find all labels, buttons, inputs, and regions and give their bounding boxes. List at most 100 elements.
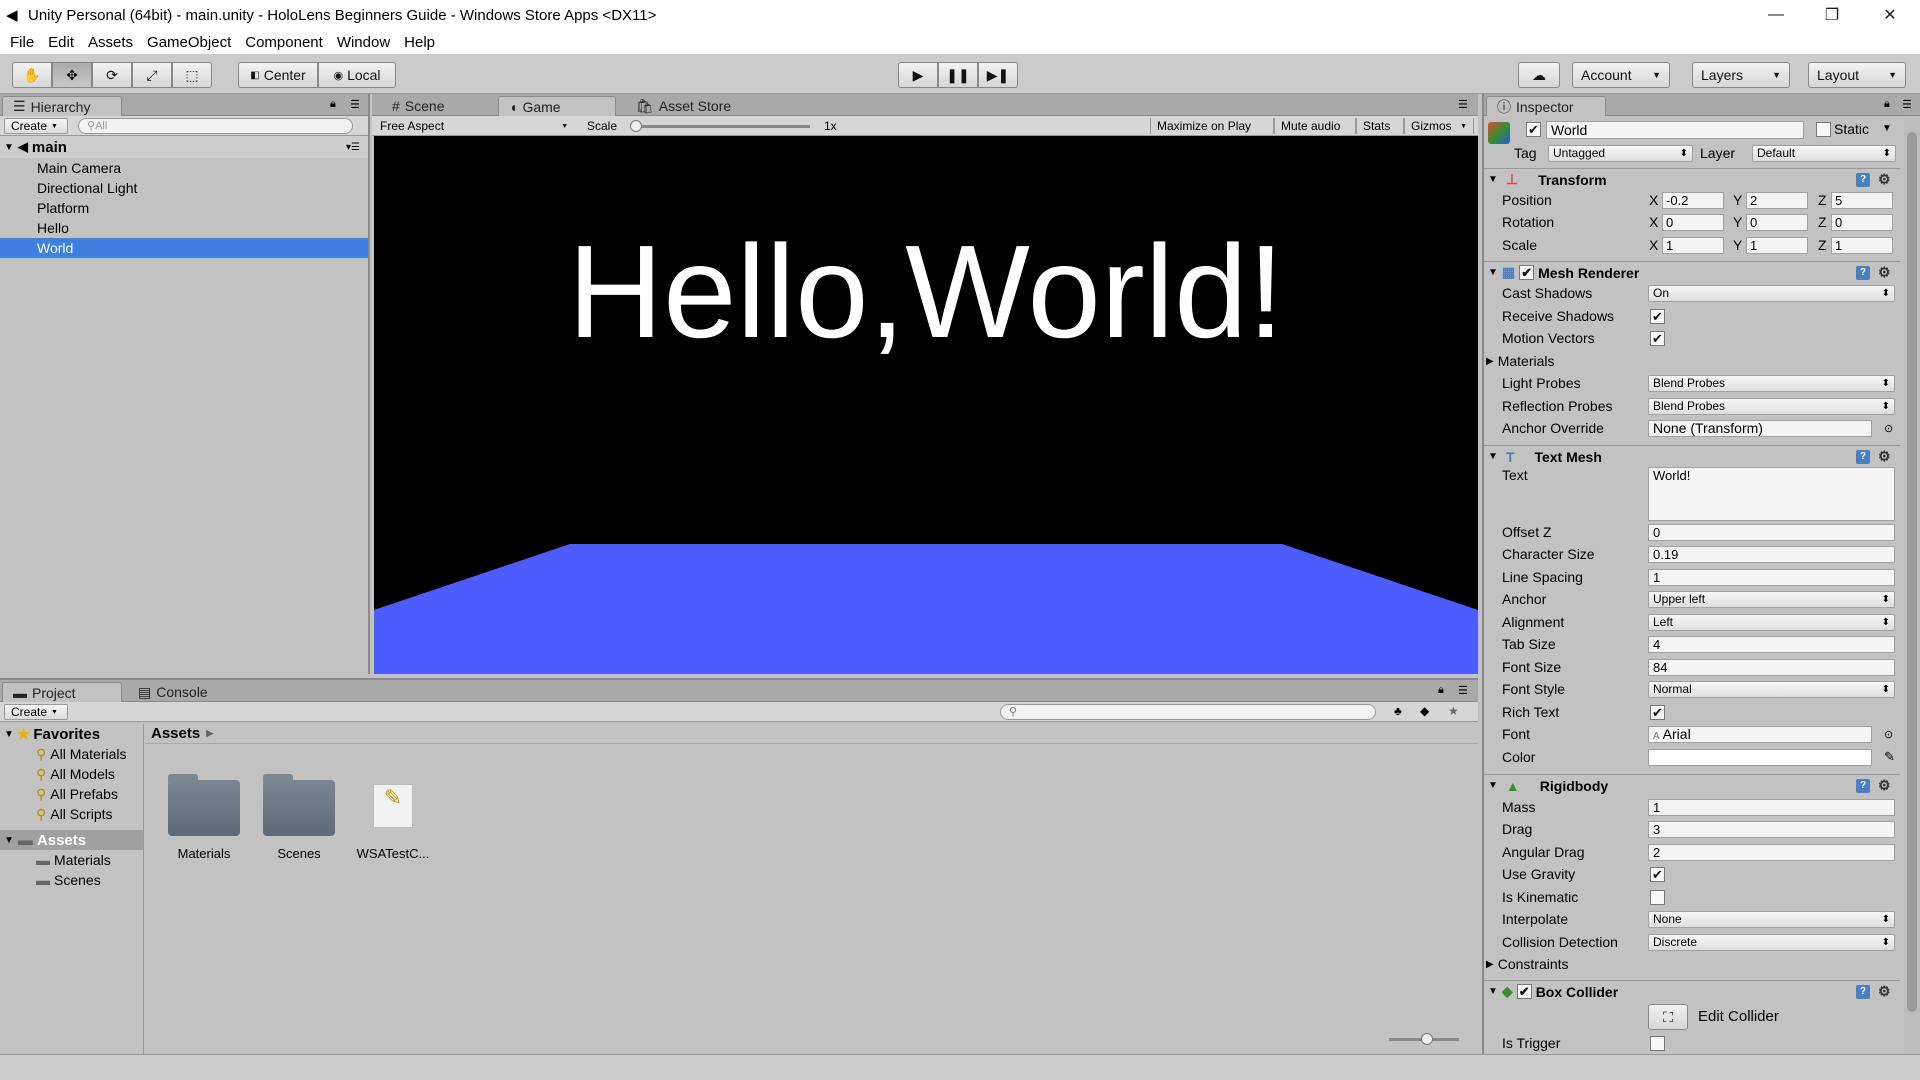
scale-z-input[interactable]: 1 [1831, 236, 1893, 254]
rotation-x-input[interactable]: 0 [1662, 213, 1724, 231]
tab-console[interactable]: ▤ Console [128, 682, 218, 702]
tab-game[interactable]: ◖ Game [498, 96, 616, 116]
hierarchy-item-platform[interactable]: Platform [0, 198, 368, 218]
alignment-dropdown[interactable]: Left [1648, 613, 1895, 631]
use-gravity-checkbox[interactable]: ✔ [1650, 866, 1665, 882]
help-icon[interactable]: ? [1856, 779, 1870, 793]
panel-menu-icon[interactable]: ☰ [350, 98, 360, 111]
menu-help[interactable]: Help [404, 34, 435, 51]
eyedropper-icon[interactable]: ✎ [1884, 749, 1895, 765]
breadcrumb-assets[interactable]: Assets [151, 725, 200, 742]
character-size-input[interactable]: 0.19 [1648, 545, 1895, 563]
expand-arrow-icon[interactable]: ▼ [1488, 451, 1498, 462]
expand-arrow-icon[interactable]: ▼ [4, 729, 14, 740]
receive-shadows-checkbox[interactable]: ✔ [1650, 308, 1665, 324]
favorite-all-models[interactable]: ⚲ All Models [0, 764, 143, 784]
rotate-tool-button[interactable]: ⟳ [92, 62, 132, 88]
project-create-dropdown[interactable]: Create ▼ [4, 704, 68, 720]
interpolate-dropdown[interactable]: None [1648, 910, 1895, 928]
layers-dropdown[interactable]: Layers ▼ [1692, 62, 1790, 88]
favorites-header[interactable]: ▼ ★ Favorites [0, 724, 143, 744]
drag-input[interactable]: 3 [1648, 820, 1895, 838]
is-trigger-checkbox[interactable] [1650, 1035, 1665, 1051]
pause-button[interactable]: ❚❚ [938, 62, 978, 88]
expand-arrow-icon[interactable]: ▼ [1488, 174, 1498, 185]
chevron-down-icon[interactable]: ▼ [1882, 123, 1892, 134]
mass-input[interactable]: 1 [1648, 798, 1895, 816]
hierarchy-item-hello[interactable]: Hello [0, 218, 368, 238]
font-style-dropdown[interactable]: Normal [1648, 680, 1895, 698]
help-icon[interactable]: ? [1856, 266, 1870, 280]
object-picker-icon[interactable]: ⊙ [1884, 728, 1893, 741]
assets-header[interactable]: ▼ ▬ Assets [0, 830, 143, 850]
is-kinematic-checkbox[interactable] [1650, 889, 1665, 905]
position-y-input[interactable]: 2 [1746, 191, 1808, 209]
favorite-all-prefabs[interactable]: ⚲ All Prefabs [0, 784, 143, 804]
anchor-override-field[interactable]: None (Transform) [1648, 419, 1872, 437]
scale-x-input[interactable]: 1 [1662, 236, 1724, 254]
tag-dropdown[interactable]: Untagged [1548, 145, 1693, 162]
gear-icon[interactable]: ⚙ [1878, 777, 1891, 794]
hierarchy-item-main-camera[interactable]: Main Camera [0, 158, 368, 178]
gizmos-dropdown[interactable]: Gizmos ▼ [1404, 118, 1474, 134]
position-z-input[interactable]: 5 [1831, 191, 1893, 209]
color-swatch[interactable] [1648, 748, 1872, 766]
hierarchy-create-dropdown[interactable]: Create ▼ [4, 118, 68, 134]
expand-arrow-icon[interactable]: ▼ [4, 142, 14, 153]
constraints-row[interactable]: ▶ Constraints [1486, 953, 1886, 975]
menu-gameobject[interactable]: GameObject [147, 34, 231, 51]
filter-type-icon[interactable]: ♣ [1394, 704, 1402, 718]
menu-edit[interactable]: Edit [48, 34, 74, 51]
angular-drag-input[interactable]: 2 [1648, 843, 1895, 861]
expand-arrow-icon[interactable]: ▼ [1488, 986, 1498, 997]
menu-window[interactable]: Window [337, 34, 390, 51]
aspect-dropdown[interactable]: Free Aspect ▼ [374, 118, 574, 134]
step-button[interactable]: ▶❚ [978, 62, 1018, 88]
rect-tool-button[interactable]: ⬚ [172, 62, 212, 88]
layout-dropdown[interactable]: Layout ▼ [1808, 62, 1906, 88]
scale-slider[interactable] [630, 125, 810, 128]
help-icon[interactable]: ? [1856, 985, 1870, 999]
asset-script-file[interactable]: ✎ [373, 784, 413, 828]
light-probes-dropdown[interactable]: Blend Probes [1648, 374, 1895, 392]
font-field[interactable]: A Arial [1648, 725, 1872, 743]
lock-icon[interactable]: 🔒︎ [1884, 98, 1890, 111]
tab-hierarchy[interactable]: ☰ Hierarchy [2, 96, 122, 116]
expand-arrow-icon[interactable]: ▶ [1486, 959, 1494, 970]
panel-menu-icon[interactable]: ☰ [1458, 684, 1468, 697]
menu-file[interactable]: File [10, 34, 34, 51]
rigidbody-header[interactable]: ▼ ▲ Rigidbody ? ⚙ [1484, 774, 1900, 796]
scrollbar[interactable] [1904, 118, 1920, 1054]
hierarchy-item-world[interactable]: World [0, 238, 368, 258]
move-tool-button[interactable]: ✥ [52, 62, 92, 88]
project-search-input[interactable]: ⚲ [1000, 704, 1376, 720]
text-mesh-header[interactable]: ▼ T Text Mesh ? ⚙ [1484, 445, 1900, 467]
cast-shadows-dropdown[interactable]: On [1648, 284, 1895, 302]
favorite-all-materials[interactable]: ⚲ All Materials [0, 744, 143, 764]
mesh-renderer-header[interactable]: ▼ ▦ ✔ Mesh Renderer ? ⚙ [1484, 261, 1900, 283]
asset-size-slider-thumb[interactable] [1421, 1033, 1433, 1045]
static-checkbox[interactable] [1816, 122, 1831, 137]
object-picker-icon[interactable]: ⊙ [1884, 422, 1893, 435]
reflection-probes-dropdown[interactable]: Blend Probes [1648, 397, 1895, 415]
scale-tool-button[interactable]: ⤢ [132, 62, 172, 88]
anchor-dropdown[interactable]: Upper left [1648, 590, 1895, 608]
active-checkbox[interactable]: ✔ [1526, 122, 1541, 137]
favorite-star-icon[interactable]: ★ [1448, 704, 1459, 718]
offset-z-input[interactable]: 0 [1648, 523, 1895, 541]
transform-header[interactable]: ▼ ⊥ Transform ? ⚙ [1484, 168, 1900, 190]
asset-folder-materials[interactable] [168, 774, 240, 836]
line-spacing-input[interactable]: 1 [1648, 568, 1895, 586]
maximize-on-play-toggle[interactable]: Maximize on Play [1150, 118, 1274, 134]
box-collider-enabled-checkbox[interactable]: ✔ [1516, 984, 1532, 999]
lock-icon[interactable]: 🔒︎ [330, 98, 336, 111]
pivot-local-button[interactable]: ◉ Local [318, 62, 396, 88]
materials-row[interactable]: ▶ Materials [1486, 350, 1886, 372]
scrollbar-thumb[interactable] [1907, 132, 1917, 1012]
tree-folder-materials[interactable]: ▬ Materials [0, 850, 143, 870]
rotation-y-input[interactable]: 0 [1746, 213, 1808, 231]
rotation-z-input[interactable]: 0 [1831, 213, 1893, 231]
filter-label-icon[interactable]: ◆ [1420, 704, 1429, 718]
close-button[interactable]: ✕ [1862, 0, 1918, 30]
mesh-renderer-enabled-checkbox[interactable]: ✔ [1519, 265, 1535, 280]
